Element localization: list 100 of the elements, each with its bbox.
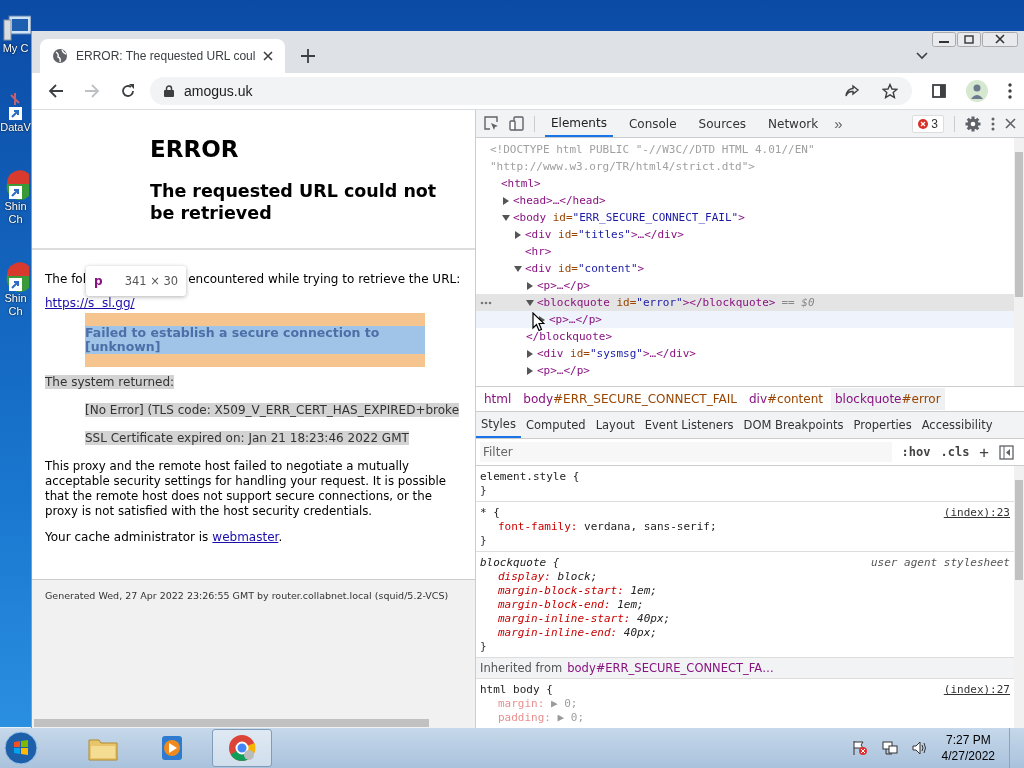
error-message: Failed to establish a secure connection to [unknown] [85,326,425,354]
vertical-scrollbar[interactable] [1014,466,1024,728]
new-tab-icon[interactable] [301,49,316,63]
chevron-down-icon[interactable] [916,52,928,60]
css-declaration[interactable]: font-family: verdana, sans-serif; [480,520,1010,534]
page-subtitle: The requested URL could not be retrieved [150,180,438,224]
styles-pane-tab[interactable]: Layout [590,412,640,438]
styles-pane-tab[interactable]: Event Listeners [639,412,739,438]
expanded-arrow-icon[interactable] [526,298,534,307]
restore-icon[interactable] [957,32,981,47]
start-button[interactable] [4,731,38,765]
menu-icon[interactable] [1008,83,1012,99]
share-icon[interactable] [844,83,860,99]
styles-pane-tab[interactable]: Styles [476,412,521,438]
class-button[interactable]: .cls [940,445,970,459]
volume-icon[interactable] [911,740,928,756]
dom-node[interactable]: <body id="ERR_SECURE_CONNECT_FAIL"> [513,211,745,224]
url-link[interactable]: https://s sl.gg/ [45,296,135,311]
close-icon[interactable] [982,32,1018,47]
dom-tree-row[interactable]: <blockquote id="error"></blockquote> == $0 [476,294,1014,311]
breadcrumb[interactable]: html [480,388,516,410]
source-link[interactable]: (index):23 [943,506,1010,520]
close-icon[interactable] [263,51,274,61]
styles-pane-tab[interactable]: Properties [848,412,917,438]
filter-field[interactable]: Filter [480,442,892,462]
dom-tree-row[interactable]: <p>…</p> [476,311,1014,328]
dom-tree-row[interactable]: <div id="titles">…</div> [476,226,1014,243]
dom-tree-row[interactable]: <p>…</p> [476,277,1014,294]
webmaster-link[interactable]: webmaster [212,530,279,544]
collapsed-arrow-icon[interactable] [514,230,522,239]
dom-tree-row[interactable]: <html> [476,175,1014,192]
more-icon[interactable] [480,301,492,305]
inspect-icon[interactable] [484,116,499,131]
vertical-scrollbar[interactable] [1014,138,1024,386]
devtools-tab[interactable]: Console [622,110,683,137]
dom-tree-row[interactable]: <p>…</p> [476,362,1014,379]
devtools-tab[interactable]: Elements [545,110,613,137]
dom-tree-row[interactable]: <div id="content"> [476,260,1014,277]
description-text: This proxy and the remote host failed to negotiate a mutually acceptable security settings for handling your request. It is possible that the remote host does not support secure connections, or the proxy is not satisfied with the host security credentials. [45,459,448,519]
hover-state-button[interactable]: :hov [901,445,931,459]
sidebar-toggle-icon[interactable] [999,444,1014,460]
more-tabs-button[interactable]: » [834,115,843,132]
system-message: [No Error] (TLS code: X509_V_ERR_CERT_HAS_EXPIRED+broke [85,403,459,417]
styles-pane-tab[interactable]: Computed [520,412,591,438]
horizontal-scrollbar[interactable] [32,718,475,728]
expanded-arrow-icon[interactable] [502,213,510,222]
breadcrumb[interactable]: body#ERR_SECURE_CONNECT_FAIL [519,388,741,410]
css-declaration[interactable]: margin-block-end: 1em; [480,598,1010,612]
dom-node[interactable]: <p>…</p> [537,364,590,377]
styles-pane-tab[interactable]: Accessibility [916,412,998,438]
styles-pane-tab[interactable]: DOM Breakpoints [738,412,849,438]
collapsed-arrow-icon[interactable] [526,349,534,358]
computer-icon[interactable] [0,12,31,42]
flag-icon[interactable] [851,740,868,756]
dom-node[interactable]: <p>…</p> [537,279,590,292]
collapsed-arrow-icon[interactable] [526,366,534,375]
reload-icon[interactable] [120,83,136,99]
dom-node[interactable]: <hr> [525,245,552,258]
dom-node[interactable]: <p>…</p> [549,313,602,326]
expanded-arrow-icon[interactable] [514,264,522,273]
css-declaration[interactable]: margin-inline-start: 40px; [480,612,1010,626]
browser-taskbar-button[interactable] [212,729,272,767]
mouse-cursor-icon [532,312,545,332]
browser-tab[interactable]: ERROR: The requested URL coul [40,39,286,73]
profile-avatar[interactable] [966,80,988,102]
css-declaration[interactable]: margin-inline-end: 40px; [480,626,1010,640]
star-icon[interactable] [882,83,898,99]
inherited-source-link[interactable]: body#ERR_SECURE_CONNECT_FA… [567,661,774,675]
css-declaration[interactable]: display: block; [480,570,1010,584]
settings-icon[interactable] [965,115,981,132]
breadcrumb[interactable]: div#content [744,388,827,410]
devtools-tab[interactable]: Sources [692,110,753,137]
back-icon[interactable] [48,83,64,99]
dom-tree-row[interactable]: <body id="ERR_SECURE_CONNECT_FAIL"> [476,209,1014,226]
new-rule-button[interactable]: + [979,442,989,462]
minimize-icon[interactable] [932,32,956,47]
error-count-badge[interactable]: 3 [912,114,944,133]
dom-node[interactable]: <html> [501,177,541,190]
device-icon[interactable] [509,116,524,131]
dom-node[interactable]: <head>…</head> [513,194,606,207]
dom-node[interactable]: <div id="sysmsg">…</div> [537,347,696,360]
css-declaration[interactable]: margin-block-start: 1em; [480,584,1010,598]
dom-node[interactable]: <div id="titles">…</div> [525,228,684,241]
source-link[interactable]: (index):27 [943,683,1010,697]
collapsed-arrow-icon[interactable] [526,281,534,290]
collapsed-arrow-icon[interactable] [502,196,510,205]
dom-node[interactable]: <blockquote id="error"></blockquote> [537,296,776,309]
dom-tree-row[interactable]: <head>…</head> [476,192,1014,209]
breadcrumb[interactable]: blockquote#error [831,388,945,410]
clock[interactable]: 7:27 PM 4/27/2022 [941,732,995,764]
dom-tree-row[interactable]: <hr> [476,243,1014,260]
dom-tree-row[interactable]: <div id="sysmsg">…</div> [476,345,1014,362]
kebab-menu-icon[interactable] [991,116,995,131]
desktop-icon-label: My C [2,42,29,55]
close-icon[interactable] [1005,118,1016,129]
side-panel-icon[interactable] [932,84,946,98]
address-bar[interactable]: amogus.uk [150,77,912,105]
network-icon[interactable] [881,740,898,756]
dom-node[interactable]: <div id="content"> [525,262,645,275]
devtools-tab[interactable]: Network [762,110,825,137]
